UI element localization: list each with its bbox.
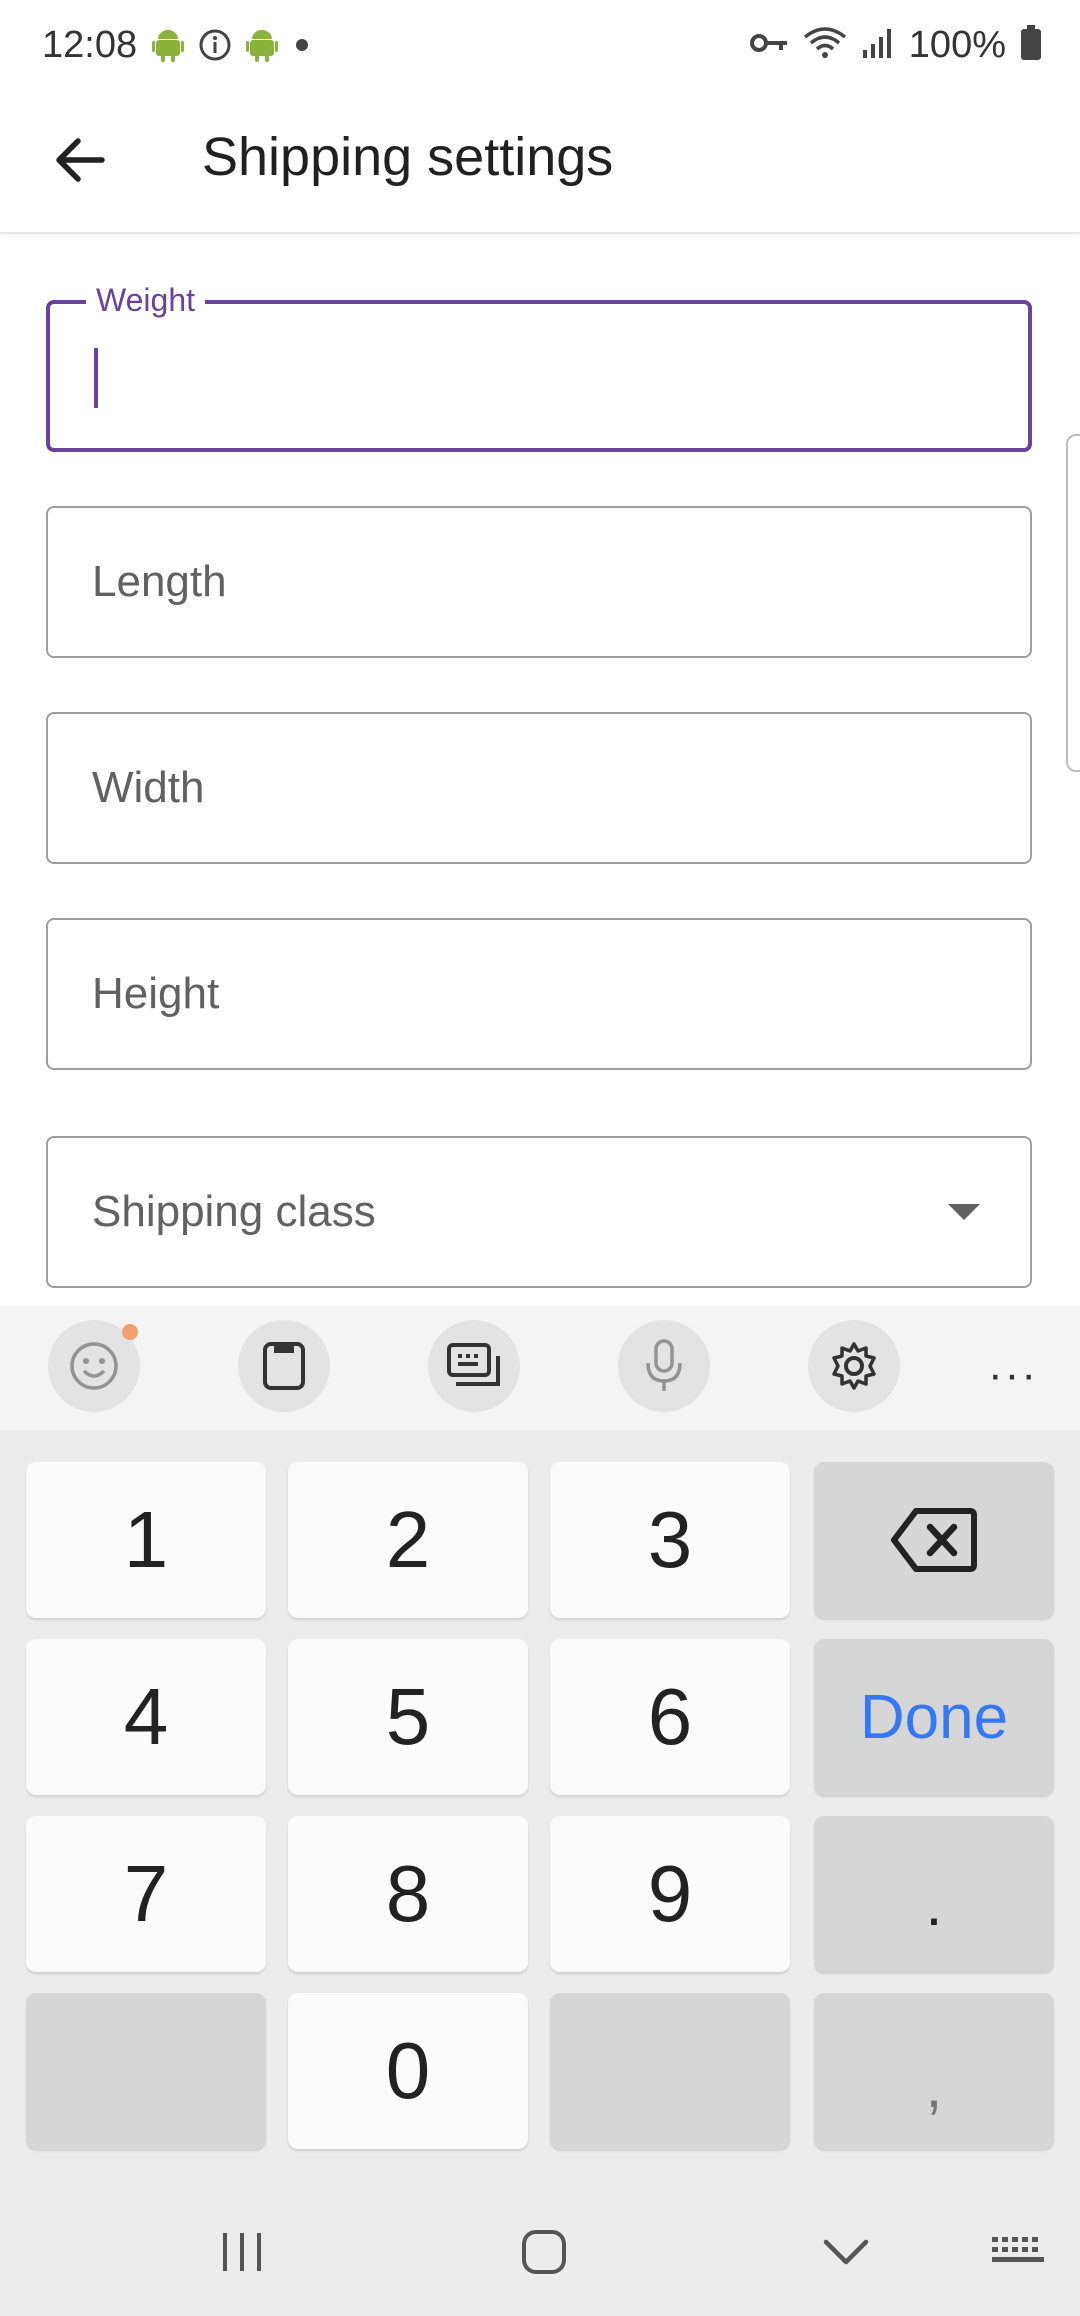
- comma-key[interactable]: ,: [814, 1993, 1054, 2149]
- blank-key-middle: [550, 1993, 790, 2149]
- keyboard-settings-button[interactable]: [808, 1320, 900, 1412]
- height-field[interactable]: Height: [46, 918, 1032, 1070]
- home-icon: [522, 2230, 566, 2274]
- backspace-icon: [891, 1508, 977, 1572]
- key-5[interactable]: 5: [288, 1639, 528, 1795]
- key-8[interactable]: 8: [288, 1816, 528, 1972]
- backspace-key[interactable]: [814, 1462, 1054, 1618]
- period-key[interactable]: .: [814, 1816, 1054, 1972]
- key-6[interactable]: 6: [550, 1639, 790, 1795]
- app-bar: Shipping settings: [0, 92, 1080, 234]
- arrow-back-icon: [56, 138, 105, 182]
- wifi-icon: [803, 25, 847, 66]
- notification-dot: [122, 1324, 138, 1340]
- key-4[interactable]: 4: [26, 1639, 266, 1795]
- battery-icon: [1020, 25, 1042, 66]
- edge-panel-handle[interactable]: [1066, 434, 1080, 772]
- blank-key-left: [26, 1993, 266, 2149]
- length-field[interactable]: Length: [46, 506, 1032, 658]
- microphone-icon: [646, 1339, 682, 1391]
- battery-percentage: 100%: [908, 24, 1006, 66]
- text-cursor: [94, 348, 98, 408]
- weight-label: Weight: [86, 282, 206, 319]
- android-icon: [246, 28, 278, 67]
- status-bar: 12:08 100%: [0, 0, 1080, 92]
- settings-icon: [832, 1342, 876, 1390]
- width-field[interactable]: Width: [46, 712, 1032, 864]
- keyboard-icon: [992, 2237, 1044, 2262]
- back-button[interactable]: [44, 124, 116, 196]
- key-3[interactable]: 3: [550, 1462, 790, 1618]
- key-7[interactable]: 7: [26, 1816, 266, 1972]
- vpn-key-icon: [749, 28, 789, 63]
- shipping-class-placeholder: Shipping class: [92, 1187, 376, 1236]
- emoji-icon: [70, 1342, 118, 1390]
- keyboard-toolbar: ···: [0, 1306, 1080, 1430]
- info-icon: [198, 28, 232, 67]
- chevron-down-icon: [823, 2239, 869, 2265]
- keyboard-mode-button[interactable]: [428, 1320, 520, 1412]
- key-2[interactable]: 2: [288, 1462, 528, 1618]
- more-icon[interactable]: ···: [988, 1350, 1038, 1400]
- dot-icon: [292, 28, 312, 67]
- system-navigation-bar: [0, 2186, 1080, 2316]
- clipboard-button[interactable]: [238, 1320, 330, 1412]
- keyboard-mode-icon: [447, 1343, 500, 1386]
- dropdown-arrow-icon: [948, 1204, 980, 1220]
- height-placeholder: Height: [92, 969, 220, 1018]
- status-notification-icons: [152, 28, 312, 67]
- page-title: Shipping settings: [202, 127, 614, 187]
- weight-field[interactable]: Weight: [46, 282, 1032, 452]
- signal-icon: [861, 26, 895, 65]
- clipboard-icon: [263, 1342, 305, 1390]
- key-1[interactable]: 1: [26, 1462, 266, 1618]
- key-9[interactable]: 9: [550, 1816, 790, 1972]
- voice-input-button[interactable]: [618, 1320, 710, 1412]
- status-time: 12:08: [42, 24, 138, 66]
- hide-keyboard-button[interactable]: [806, 2220, 886, 2284]
- shipping-class-dropdown[interactable]: Shipping class: [46, 1136, 1032, 1288]
- length-placeholder: Length: [92, 557, 227, 606]
- key-0[interactable]: 0: [288, 1993, 528, 2149]
- keyboard-switch-button[interactable]: [978, 2220, 1058, 2284]
- recent-apps-icon: [223, 2233, 261, 2271]
- recent-apps-button[interactable]: [202, 2220, 282, 2284]
- done-key[interactable]: Done: [814, 1639, 1054, 1795]
- android-icon: [152, 28, 184, 67]
- status-system-icons: 100%: [749, 24, 1042, 67]
- home-button[interactable]: [504, 2220, 584, 2284]
- width-placeholder: Width: [92, 763, 205, 812]
- numeric-keyboard: ··· 1 2 3 4 5 6 Done 7 8 9 . 0 ,: [0, 1306, 1080, 2316]
